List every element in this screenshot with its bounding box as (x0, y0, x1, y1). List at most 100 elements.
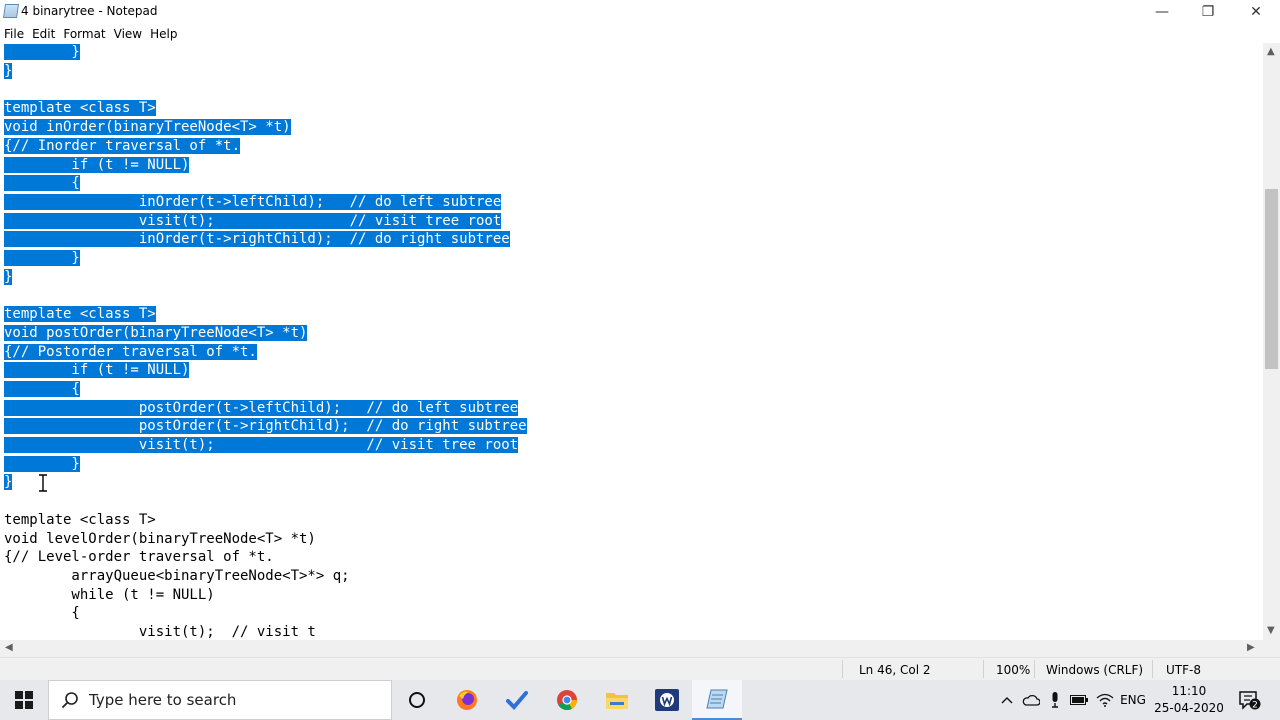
scroll-up-icon[interactable]: ▲ (1267, 46, 1275, 57)
file-explorer-button[interactable] (592, 680, 642, 720)
status-divider (983, 660, 984, 678)
notepad-taskbar-button[interactable] (692, 680, 742, 720)
restore-icon: ❐ (1201, 4, 1215, 20)
minimize-button[interactable]: — (1139, 0, 1185, 24)
window-title: 4 binarytree - Notepad (21, 4, 158, 18)
status-divider (1152, 660, 1153, 678)
code-line-text: if (t != NULL) (4, 362, 190, 379)
onedrive-button[interactable] (1020, 680, 1042, 720)
status-bar: Ln 46, Col 2 100% Windows (CRLF) UTF-8 (0, 657, 1280, 680)
code-line-text: } (4, 268, 13, 285)
horizontal-scrollbar[interactable]: ◀ ▶ (0, 640, 1263, 657)
code-line-text: template <class T> (4, 511, 156, 528)
code-line: template <class T> (4, 99, 156, 118)
status-divider (842, 660, 843, 678)
microphone-icon (1052, 692, 1058, 708)
code-line: {// Level-order traversal of *t. (4, 548, 274, 567)
close-icon: ✕ (1250, 4, 1262, 20)
menu-file[interactable]: File (4, 27, 24, 41)
action-center-button[interactable]: 2 (1232, 680, 1266, 720)
code-line-text: void levelOrder(binaryTreeNode<T> *t) (4, 530, 316, 547)
code-line-text: { (4, 175, 80, 192)
scroll-right-icon[interactable]: ▶ (1247, 642, 1255, 653)
minimize-icon: — (1155, 4, 1169, 20)
cloud-icon (1022, 694, 1040, 706)
code-line-text: visit(t); // visit tree root (4, 212, 502, 229)
code-line: if (t != NULL) (4, 156, 190, 175)
checkmark-icon (506, 691, 528, 710)
encoding: UTF-8 (1166, 663, 1201, 677)
menu-edit[interactable]: Edit (32, 27, 55, 41)
show-hidden-icons-button[interactable] (998, 680, 1016, 720)
code-line: arrayQueue<binaryTreeNode<T>*> q; (4, 567, 349, 586)
taskbar-search[interactable]: Type here to search (48, 680, 392, 720)
menu-format[interactable]: Format (63, 27, 105, 41)
code-line-text: postOrder(t->rightChild); // do right su… (4, 418, 527, 435)
taskbar: Type here to search ENG 11:10 25-04-2020… (0, 680, 1280, 720)
code-line-text: if (t != NULL) (4, 156, 190, 173)
code-line: while (t != NULL) (4, 586, 214, 605)
code-line-text: } (4, 474, 13, 491)
word-button[interactable] (642, 680, 692, 720)
notepad-icon (706, 689, 728, 709)
code-line: void postOrder(binaryTreeNode<T> *t) (4, 324, 308, 343)
vertical-scrollbar[interactable]: ▲ ▼ (1263, 43, 1280, 640)
close-button[interactable]: ✕ (1233, 0, 1279, 24)
scroll-corner (1263, 640, 1280, 657)
chevron-up-icon (1001, 697, 1013, 704)
system-clock[interactable]: 11:10 25-04-2020 (1150, 683, 1228, 717)
status-divider (1034, 660, 1035, 678)
chrome-icon (557, 690, 578, 711)
code-line-text: template <class T> (4, 306, 156, 323)
search-placeholder: Type here to search (89, 691, 237, 709)
battery-button[interactable] (1068, 680, 1090, 720)
clock-date: 25-04-2020 (1154, 701, 1224, 715)
cursor-position: Ln 46, Col 2 (859, 663, 931, 677)
code-line: inOrder(t->leftChild); // do left subtre… (4, 193, 502, 212)
code-line: if (t != NULL) (4, 361, 190, 380)
code-line-text: visit(t); // visit t (4, 624, 316, 640)
menu-view[interactable]: View (114, 27, 142, 41)
clock-time: 11:10 (1171, 684, 1207, 698)
code-line: } (4, 249, 80, 268)
notepad-icon (3, 4, 19, 18)
code-line: { (4, 380, 80, 399)
menu-help[interactable]: Help (150, 27, 177, 41)
cortana-button[interactable] (392, 680, 442, 720)
text-editor[interactable]: }} template <class T> void inOrder(binaryT… (0, 43, 1263, 640)
scroll-left-icon[interactable]: ◀ (5, 642, 13, 653)
code-line: visit(t); // visit t (4, 623, 316, 640)
code-line-text: { (4, 380, 80, 397)
code-line-text: } (4, 455, 80, 472)
code-line-text: postOrder(t->leftChild); // do left subt… (4, 399, 519, 416)
code-line: inOrder(t->rightChild); // do right subt… (4, 230, 510, 249)
line-ending: Windows (CRLF) (1046, 663, 1144, 677)
vertical-scroll-thumb[interactable] (1265, 189, 1278, 369)
code-line-text: template <class T> (4, 100, 156, 117)
windows-logo-icon (15, 691, 33, 709)
firefox-icon (457, 690, 477, 710)
code-line-text: visit(t); // visit tree root (4, 437, 519, 453)
battery-icon (1070, 695, 1088, 705)
language-indicator[interactable]: ENG (1118, 680, 1148, 720)
microphone-button[interactable] (1046, 680, 1064, 720)
scroll-down-icon[interactable]: ▼ (1267, 625, 1275, 636)
code-line: postOrder(t->rightChild); // do right su… (4, 417, 527, 436)
title-bar: 4 binarytree - Notepad — ❐ ✕ (0, 0, 1280, 24)
word-icon (655, 689, 679, 711)
restore-button[interactable]: ❐ (1185, 0, 1231, 24)
search-icon (61, 692, 78, 709)
code-line: } (4, 268, 13, 287)
start-button[interactable] (0, 680, 48, 720)
firefox-button[interactable] (442, 680, 492, 720)
code-line-text: void inOrder(binaryTreeNode<T> *t) (4, 119, 291, 136)
wifi-icon (1096, 693, 1114, 707)
todo-button[interactable] (492, 680, 542, 720)
wifi-button[interactable] (1094, 680, 1116, 720)
chrome-button[interactable] (542, 680, 592, 720)
code-line: {// Postorder traversal of *t. (4, 343, 257, 362)
code-line-text: void postOrder(binaryTreeNode<T> *t) (4, 324, 308, 341)
code-line-text: } (4, 250, 80, 266)
code-line: template <class T> (4, 511, 156, 530)
code-line: visit(t); // visit tree root (4, 436, 519, 455)
